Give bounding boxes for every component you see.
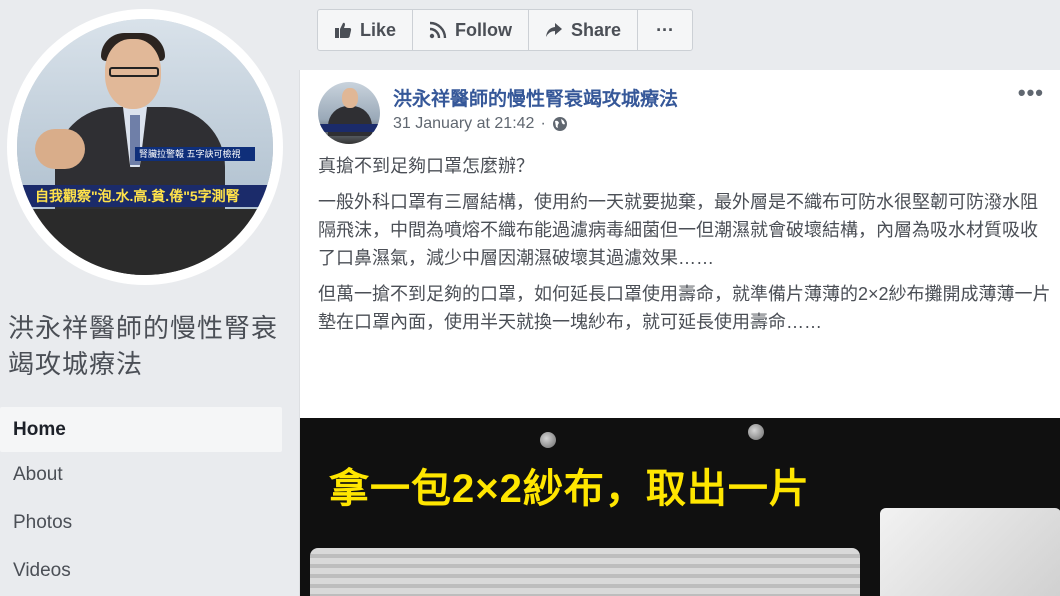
like-button[interactable]: Like [318, 10, 414, 50]
nav-item-home[interactable]: Home [0, 407, 282, 452]
page-nav: Home About Photos Videos [0, 407, 282, 596]
post-author-link[interactable]: 洪永祥醫師的慢性腎衰竭攻城療法 [393, 84, 678, 111]
post-options-icon[interactable]: ••• [1018, 80, 1044, 106]
more-options-button[interactable]: ··· [638, 10, 692, 50]
post-text: 真搶不到足夠口罩怎麼辦？ 一般外科口罩有三層結構，使用約一天就要拋棄，最外層是不… [318, 152, 1053, 344]
pin-decoration [540, 432, 556, 448]
globe-icon[interactable] [552, 116, 568, 132]
post-paragraph: 但萬一搶不到足夠的口罩，如何延長口罩使用壽命，就準備片薄薄的2×2紗布攤開成薄薄… [318, 284, 1051, 332]
follow-label: Follow [455, 19, 513, 40]
left-column: 腎臟拉警報 五字訣可檢視 自我觀察"泡.水.高.貧.倦"5字測腎 洪永祥醫師的慢… [0, 0, 298, 596]
share-button[interactable]: Share [529, 10, 639, 50]
page-avatar[interactable]: 腎臟拉警報 五字訣可檢視 自我觀察"泡.水.高.貧.倦"5字測腎 [7, 9, 283, 285]
post-photo[interactable]: 拿一包2×2紗布，取出一片 [300, 418, 1060, 596]
follow-button[interactable]: Follow [413, 10, 530, 50]
gauze-pack-image [880, 508, 1060, 596]
page-action-bar: Like Follow Share ··· [317, 9, 694, 51]
avatar-subcaption: 腎臟拉警報 五字訣可檢視 [135, 147, 255, 161]
more-icon: ··· [656, 19, 675, 40]
rss-icon [429, 21, 447, 39]
post-paragraph: 一般外科口罩有三層結構，使用約一天就要拋棄，最外層是不織布可防水很堅韌可防潑水阻… [318, 192, 1038, 268]
post-meta: 31 January at 21:42 · [393, 115, 568, 133]
nav-item-videos[interactable]: Videos [0, 548, 282, 596]
photo-caption: 拿一包2×2紗布，取出一片 [329, 467, 810, 511]
post-paragraph: 真搶不到足夠口罩怎麼辦？ [318, 156, 534, 176]
post-author-avatar[interactable] [318, 82, 380, 144]
share-label: Share [571, 19, 622, 40]
like-label: Like [360, 19, 397, 40]
meta-separator: · [540, 115, 546, 132]
nav-item-about[interactable]: About [0, 452, 282, 500]
post-card: 洪永祥醫師的慢性腎衰竭攻城療法 31 January at 21:42 · ••… [299, 70, 1060, 596]
avatar-image: 腎臟拉警報 五字訣可檢視 自我觀察"泡.水.高.貧.倦"5字測腎 [17, 19, 273, 275]
post-timestamp[interactable]: 31 January at 21:42 [393, 115, 534, 133]
page-title[interactable]: 洪永祥醫師的慢性腎衰竭攻城療法 [8, 310, 293, 382]
avatar-caption: 自我觀察"泡.水.高.貧.倦"5字測腎 [17, 185, 273, 207]
share-arrow-icon [546, 23, 563, 37]
nav-item-photos[interactable]: Photos [0, 500, 282, 548]
pin-decoration [748, 424, 764, 440]
thumbs-up-icon [335, 22, 352, 38]
mask-image [310, 548, 860, 596]
